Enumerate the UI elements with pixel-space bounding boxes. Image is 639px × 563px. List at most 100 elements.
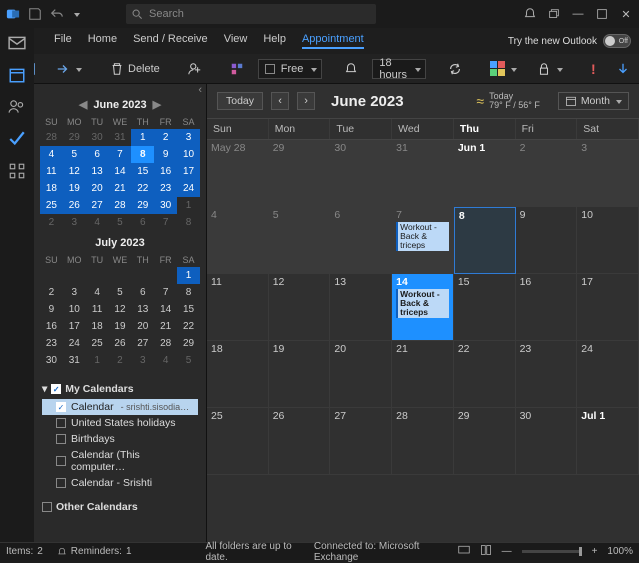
minical-day[interactable] [86,267,109,284]
minical-day[interactable]: 10 [63,301,86,318]
view-select[interactable]: Month [558,92,629,110]
minical-day[interactable]: 17 [63,318,86,335]
minical-day[interactable]: 31 [109,129,132,146]
minical-day[interactable]: 4 [86,284,109,301]
reminder-select[interactable]: 18 hours [372,59,426,79]
day-cell[interactable]: 6 [330,207,392,274]
minical-day[interactable]: 18 [40,180,63,197]
minical-day[interactable]: 1 [177,267,200,284]
weather[interactable]: ≈ Today79° F / 56° F [476,92,539,110]
status-reminders[interactable]: Reminders: 1 [57,546,132,557]
minical-day[interactable]: 2 [109,352,132,369]
minical-day[interactable]: 11 [40,163,63,180]
minical-day[interactable]: 14 [109,163,132,180]
day-cell[interactable]: 8 [454,207,516,274]
calendar-icon[interactable] [8,66,26,84]
minical-day[interactable]: 27 [131,335,154,352]
window-restore-icon[interactable] [547,7,561,21]
minical-day[interactable]: 19 [63,180,86,197]
minical-day[interactable]: 11 [86,301,109,318]
day-cell[interactable]: 12 [269,274,331,341]
minical-day[interactable]: 7 [154,214,177,231]
private-button[interactable] [531,59,569,79]
day-cell[interactable]: 24 [577,341,639,408]
maximize-icon[interactable] [595,7,609,21]
day-cell[interactable]: 29 [454,408,516,475]
minical-day[interactable]: 10 [177,146,200,163]
minical-day[interactable]: 21 [109,180,132,197]
sidebar-collapse[interactable]: ‹ [34,84,206,96]
minical-day[interactable]: 23 [154,180,177,197]
mail-icon[interactable] [8,34,26,52]
minical-day[interactable]: 21 [154,318,177,335]
more-apps-icon[interactable] [8,162,26,180]
minical-day[interactable]: 1 [86,352,109,369]
categorize-button[interactable] [224,59,250,79]
minical-day[interactable]: 5 [109,214,132,231]
minical-day[interactable]: 2 [40,284,63,301]
minical-day[interactable]: 15 [177,301,200,318]
day-cell[interactable]: 17 [577,274,639,341]
minical-day[interactable]: 29 [177,335,200,352]
view-normal-icon[interactable] [480,544,492,559]
forward-button[interactable] [50,59,88,79]
calendar-entry[interactable]: Calendar - Srishti [42,475,198,491]
day-cell[interactable]: 23 [516,341,578,408]
minical-day[interactable]: 4 [154,352,177,369]
event[interactable]: Workout - Back & triceps [396,289,449,318]
day-cell[interactable]: 4 [207,207,269,274]
day-cell[interactable]: 30 [330,140,392,207]
day-cell[interactable]: 5 [269,207,331,274]
minical-day[interactable]: 26 [63,197,86,214]
undo-icon[interactable] [50,7,64,21]
minical-day[interactable]: 24 [177,180,200,197]
minical-day[interactable]: 8 [177,214,200,231]
menu-appointment[interactable]: Appointment [302,33,364,49]
menu-sendreceive[interactable]: Send / Receive [133,33,208,49]
minical-day[interactable]: 8 [131,146,154,163]
day-cell[interactable]: 7Workout - Back & triceps [392,207,454,274]
other-calendars-group[interactable]: Other Calendars [42,501,198,513]
invite-attendees-button[interactable] [182,59,208,79]
day-cell[interactable]: 28 [392,408,454,475]
day-cell[interactable]: May 28 [207,140,269,207]
todo-icon[interactable] [8,130,26,148]
minical-day[interactable]: 2 [154,129,177,146]
day-cell[interactable]: 30 [516,408,578,475]
people-icon[interactable] [8,98,26,116]
minical-day[interactable]: 6 [86,146,109,163]
day-cell[interactable]: 20 [330,341,392,408]
day-cell[interactable]: 2 [516,140,578,207]
minical-day[interactable] [40,267,63,284]
minical-day[interactable]: 9 [154,146,177,163]
menu-view[interactable]: View [224,33,248,49]
minical-day[interactable]: 25 [86,335,109,352]
minical-day[interactable]: 22 [177,318,200,335]
minical-day[interactable]: 1 [177,197,200,214]
day-cell[interactable]: 27 [330,408,392,475]
minical-day[interactable]: 14 [154,301,177,318]
menu-file[interactable]: File [54,33,72,49]
importance-high-button[interactable]: ! [585,58,602,80]
minical-day[interactable]: 31 [63,352,86,369]
minical-day[interactable]: 30 [86,129,109,146]
minical-day[interactable]: 8 [177,284,200,301]
minical-day[interactable]: 5 [63,146,86,163]
minical-day[interactable] [63,267,86,284]
minical-day[interactable]: 7 [154,284,177,301]
recurrence-button[interactable] [442,59,468,79]
minical-day[interactable]: 16 [154,163,177,180]
zoom-level[interactable]: 100% [607,546,633,557]
my-calendars-group[interactable]: ▾✓My Calendars [42,383,198,395]
display-settings-icon[interactable] [458,544,470,559]
minical-day[interactable]: 12 [109,301,132,318]
calendar-entry[interactable]: Birthdays [42,431,198,447]
calendar-entry[interactable]: United States holidays [42,415,198,431]
event[interactable]: Workout - Back & triceps [396,222,449,251]
minical-day[interactable]: 3 [131,352,154,369]
day-cell[interactable]: 19 [269,341,331,408]
minical-day[interactable]: 19 [109,318,132,335]
day-cell[interactable]: Jul 1 [577,408,639,475]
minical-day[interactable]: 15 [131,163,154,180]
minical-day[interactable]: 18 [86,318,109,335]
